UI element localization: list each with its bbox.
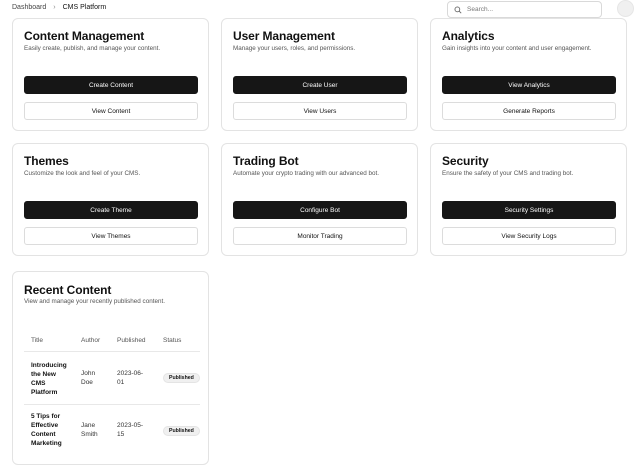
row-author: Jane Smith — [81, 421, 98, 439]
row-published-date: 2023-06- 01 — [117, 369, 143, 387]
breadcrumb-dashboard[interactable]: Dashboard — [12, 4, 46, 11]
row-author: John Doe — [81, 369, 95, 387]
card-title: Recent Content — [24, 283, 112, 297]
breadcrumb-cms-platform: CMS Platform — [62, 4, 107, 11]
content-management-card: Content Management Easily create, publis… — [12, 18, 209, 131]
table-divider — [24, 404, 200, 405]
create-content-button[interactable]: Create Content — [24, 76, 198, 94]
status-badge: Published — [163, 373, 200, 383]
cms-dashboard: Dashboard › CMS Platform Content Managem… — [0, 0, 640, 468]
top-bar: Dashboard › CMS Platform — [0, 0, 640, 20]
configure-bot-button[interactable]: Configure Bot — [233, 201, 407, 219]
card-title: User Management — [233, 29, 335, 43]
search-input[interactable] — [467, 6, 597, 13]
breadcrumb-separator: › — [53, 4, 56, 11]
title-line: Marketing — [31, 440, 62, 447]
title-line: the New — [31, 371, 56, 378]
analytics-card: Analytics Gain insights into your conten… — [430, 18, 627, 131]
column-header-title[interactable]: Title — [31, 337, 43, 344]
column-header-author[interactable]: Author — [81, 337, 100, 344]
security-settings-button[interactable]: Security Settings — [442, 201, 616, 219]
view-content-button[interactable]: View Content — [24, 102, 198, 120]
title-line: CMS — [31, 380, 46, 387]
author-line: Smith — [81, 431, 98, 438]
generate-reports-button[interactable]: Generate Reports — [442, 102, 616, 120]
card-description: Manage your users, roles, and permission… — [233, 45, 356, 52]
view-users-button[interactable]: View Users — [233, 102, 407, 120]
card-description: Customize the look and feel of your CMS. — [24, 170, 141, 177]
card-title: Themes — [24, 154, 69, 168]
author-line: Jane — [81, 422, 96, 429]
title-line: Content — [31, 431, 56, 438]
date-line: 2023-05- — [117, 422, 144, 429]
search-box[interactable] — [447, 1, 602, 18]
title-line: Platform — [31, 389, 58, 396]
search-icon — [454, 6, 462, 14]
recent-content-card: Recent Content View and manage your rece… — [12, 271, 209, 465]
author-line: Doe — [81, 379, 93, 386]
row-title[interactable]: Introducing the New CMS Platform — [31, 361, 75, 397]
security-card: Security Ensure the safety of your CMS a… — [430, 143, 627, 256]
view-analytics-button[interactable]: View Analytics — [442, 76, 616, 94]
table-divider — [24, 351, 200, 352]
card-description: Easily create, publish, and manage your … — [24, 45, 161, 52]
title-line: 5 Tips for — [31, 413, 61, 420]
card-title: Content Management — [24, 29, 145, 43]
create-user-button[interactable]: Create User — [233, 76, 407, 94]
date-line: 2023-06- — [117, 370, 144, 377]
user-management-card: User Management Manage your users, roles… — [221, 18, 418, 131]
title-line: Effective — [31, 422, 59, 429]
breadcrumb: Dashboard › CMS Platform — [12, 4, 106, 11]
author-line: John — [81, 370, 96, 377]
row-published-date: 2023-05- 15 — [117, 421, 143, 439]
status-badge: Published — [163, 426, 200, 436]
view-themes-button[interactable]: View Themes — [24, 227, 198, 245]
card-description: Automate your crypto trading with our ad… — [233, 170, 379, 177]
column-header-status[interactable]: Status — [163, 337, 181, 344]
create-theme-button[interactable]: Create Theme — [24, 201, 198, 219]
card-title: Trading Bot — [233, 154, 299, 168]
card-title: Analytics — [442, 29, 495, 43]
trading-bot-card: Trading Bot Automate your crypto trading… — [221, 143, 418, 256]
card-description: View and manage your recently published … — [24, 298, 165, 305]
themes-card: Themes Customize the look and feel of yo… — [12, 143, 209, 256]
card-description: Gain insights into your content and user… — [442, 45, 592, 52]
card-title: Security — [442, 154, 489, 168]
title-line: Introducing — [31, 362, 67, 369]
row-title[interactable]: 5 Tips for Effective Content Marketing — [31, 412, 75, 448]
date-line: 15 — [117, 431, 125, 438]
column-header-published[interactable]: Published — [117, 337, 146, 344]
monitor-trading-button[interactable]: Monitor Trading — [233, 227, 407, 245]
avatar[interactable] — [617, 0, 634, 17]
card-description: Ensure the safety of your CMS and tradin… — [442, 170, 574, 177]
view-security-logs-button[interactable]: View Security Logs — [442, 227, 616, 245]
date-line: 01 — [117, 379, 125, 386]
